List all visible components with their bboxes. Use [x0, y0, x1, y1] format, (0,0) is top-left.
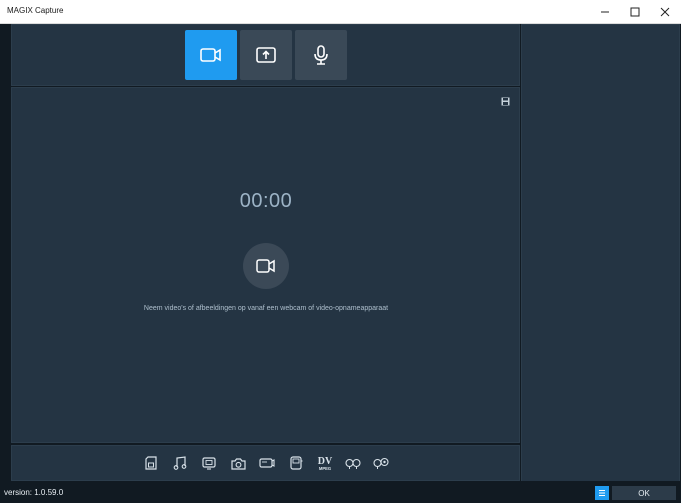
- sd-card-icon[interactable]: [143, 455, 159, 471]
- screen-capture-button[interactable]: [240, 30, 292, 80]
- camcorder-icon[interactable]: [259, 455, 275, 471]
- dv-mpeg-icon[interactable]: DV MPEG: [316, 455, 334, 471]
- capture-hint: Neem video's of afbeeldingen op vanaf ee…: [143, 305, 389, 312]
- monitor-icon[interactable]: [201, 455, 217, 471]
- record-button[interactable]: [243, 243, 289, 289]
- maximize-icon: [630, 7, 640, 16]
- recording-timer: 00:00: [239, 190, 293, 212]
- status-bar: [0, 481, 681, 503]
- side-panel: [521, 24, 680, 482]
- cassette-icon[interactable]: [345, 455, 361, 471]
- save-icon[interactable]: [500, 96, 510, 106]
- ok-button[interactable]: OK: [612, 486, 676, 500]
- close-icon: [660, 7, 670, 16]
- audio-capture-button[interactable]: [295, 30, 347, 80]
- list-view-button[interactable]: [595, 486, 609, 500]
- title-bar: MAGIX Capture: [0, 0, 681, 24]
- minimize-button[interactable]: [590, 0, 620, 23]
- cassette-settings-icon[interactable]: [373, 455, 389, 471]
- device-icon[interactable]: [288, 455, 304, 471]
- camera-icon: [256, 259, 275, 273]
- camera-icon: [200, 48, 221, 62]
- list-icon: [599, 490, 605, 496]
- upload-screen-icon: [256, 47, 276, 63]
- microphone-icon: [314, 45, 328, 65]
- minimize-icon: [601, 11, 609, 12]
- video-capture-button[interactable]: [185, 30, 237, 80]
- photo-camera-icon[interactable]: [230, 455, 246, 471]
- music-note-icon[interactable]: [172, 455, 188, 471]
- close-button[interactable]: [650, 0, 680, 23]
- window-title: MAGIX Capture: [7, 6, 64, 15]
- version-label: version: 1.0.59.0: [4, 488, 64, 497]
- svg-text:MPEG: MPEG: [319, 466, 331, 471]
- maximize-button[interactable]: [620, 0, 650, 23]
